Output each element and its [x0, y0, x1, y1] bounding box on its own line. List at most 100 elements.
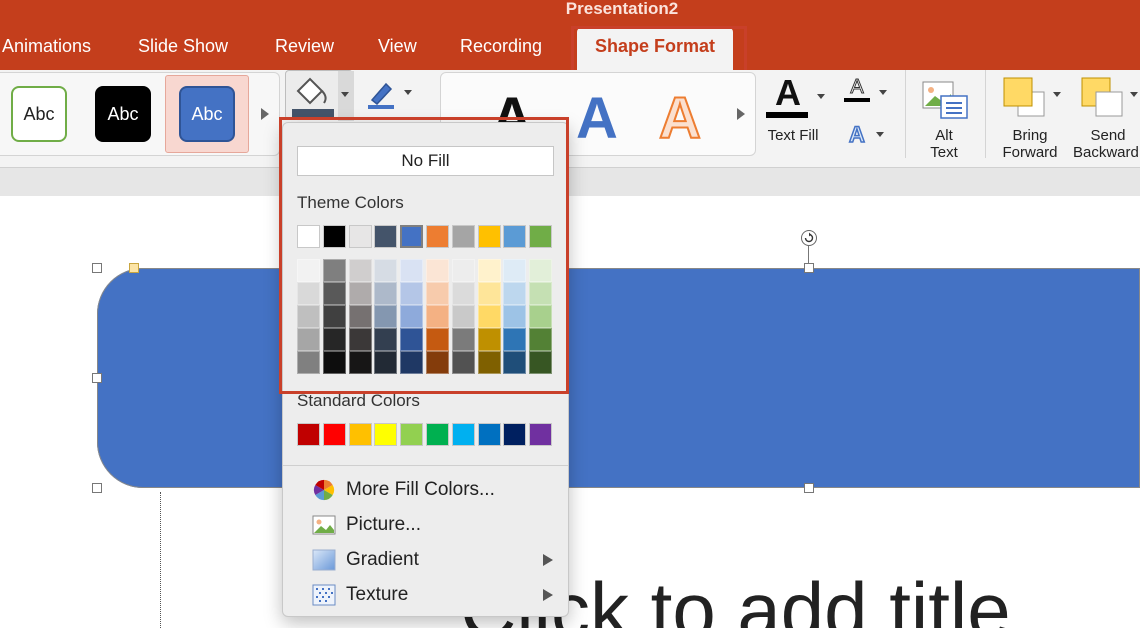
theme-shade-swatch[interactable] — [451, 351, 475, 374]
theme-color-swatch[interactable] — [322, 225, 346, 248]
standard-color-swatch[interactable] — [400, 423, 424, 446]
theme-shade-swatch[interactable] — [297, 328, 320, 351]
theme-shade-swatch[interactable] — [322, 282, 346, 305]
resize-handle-top[interactable] — [804, 263, 814, 273]
theme-shade-swatch[interactable] — [400, 328, 424, 351]
standard-color-swatch[interactable] — [451, 423, 475, 446]
bring-forward-label-line1[interactable]: Bring — [995, 127, 1065, 144]
theme-shade-swatch[interactable] — [374, 305, 398, 328]
theme-shade-swatch[interactable] — [374, 328, 398, 351]
theme-color-swatch[interactable] — [348, 225, 372, 248]
theme-shade-swatch[interactable] — [477, 328, 501, 351]
text-fill-label[interactable]: Text Fill — [762, 127, 824, 144]
standard-color-swatch[interactable] — [374, 423, 398, 446]
theme-shade-swatch[interactable] — [477, 282, 501, 305]
text-outline-dropdown-icon[interactable] — [879, 90, 887, 95]
theme-shade-swatch[interactable] — [529, 351, 553, 374]
theme-shade-swatch[interactable] — [503, 328, 527, 351]
theme-color-swatch[interactable] — [426, 225, 449, 248]
theme-shade-swatch[interactable] — [400, 351, 424, 374]
theme-shade-swatch[interactable] — [529, 328, 553, 351]
theme-shade-swatch[interactable] — [348, 351, 372, 374]
theme-color-swatch[interactable] — [503, 225, 527, 248]
theme-shade-swatch[interactable] — [451, 282, 475, 305]
theme-shade-swatch[interactable] — [374, 351, 398, 374]
tab-recording[interactable]: Recording — [460, 35, 542, 57]
alt-text-icon[interactable] — [921, 78, 969, 120]
shape-style-blue[interactable]: Abc — [179, 86, 235, 142]
bring-forward-label-line2[interactable]: Forward — [995, 144, 1065, 161]
send-backward-dropdown-icon[interactable] — [1130, 92, 1138, 97]
theme-shade-swatch[interactable] — [426, 351, 449, 374]
resize-handle-bottom[interactable] — [804, 483, 814, 493]
theme-shade-swatch[interactable] — [529, 259, 553, 282]
theme-color-swatch[interactable] — [477, 225, 501, 248]
text-outline-icon[interactable]: A — [844, 76, 870, 99]
shape-style-black[interactable]: Abc — [95, 86, 151, 142]
outline-dropdown-icon[interactable] — [404, 90, 412, 95]
picture-fill-item[interactable]: Picture... — [312, 510, 562, 540]
standard-color-swatch[interactable] — [297, 423, 320, 446]
adjust-handle-corner[interactable] — [129, 263, 139, 273]
shape-fill-dropdown-icon[interactable] — [341, 92, 349, 97]
theme-shade-swatch[interactable] — [426, 305, 449, 328]
theme-shade-swatch[interactable] — [297, 282, 320, 305]
theme-shade-swatch[interactable] — [374, 282, 398, 305]
theme-shade-swatch[interactable] — [477, 351, 501, 374]
theme-shade-swatch[interactable] — [400, 259, 424, 282]
theme-shade-swatch[interactable] — [426, 328, 449, 351]
tab-animations[interactable]: Animations — [2, 35, 91, 57]
pen-outline-icon[interactable] — [366, 78, 396, 110]
theme-shade-swatch[interactable] — [322, 259, 346, 282]
no-fill-button[interactable]: No Fill — [297, 146, 554, 176]
theme-shade-swatch[interactable] — [322, 305, 346, 328]
theme-shade-swatch[interactable] — [451, 328, 475, 351]
shape-style-white[interactable]: Abc — [11, 86, 67, 142]
tab-view[interactable]: View — [378, 35, 417, 57]
send-backward-label-line1[interactable]: Send — [1073, 127, 1140, 144]
theme-shade-swatch[interactable] — [529, 282, 553, 305]
alt-text-label-line2[interactable]: Text — [915, 144, 973, 161]
text-fill-dropdown-icon[interactable] — [817, 94, 825, 99]
tab-shape-format[interactable]: Shape Format — [577, 28, 734, 72]
theme-color-swatch[interactable] — [400, 225, 424, 248]
texture-fill-item[interactable]: Texture — [312, 580, 562, 610]
standard-color-swatch[interactable] — [503, 423, 527, 446]
standard-color-swatch[interactable] — [426, 423, 449, 446]
theme-color-swatch[interactable] — [529, 225, 553, 248]
more-fill-colors-item[interactable]: More Fill Colors... — [312, 475, 562, 505]
text-effects-icon[interactable]: A — [844, 121, 870, 148]
theme-shade-swatch[interactable] — [451, 259, 475, 282]
theme-shade-swatch[interactable] — [322, 328, 346, 351]
wordart-more-icon[interactable] — [737, 108, 745, 120]
theme-shade-swatch[interactable] — [348, 305, 372, 328]
theme-shade-swatch[interactable] — [503, 282, 527, 305]
resize-handle-left[interactable] — [92, 373, 102, 383]
resize-handle-top-left[interactable] — [92, 263, 102, 273]
gradient-fill-item[interactable]: Gradient — [312, 545, 562, 575]
resize-handle-bottom-left[interactable] — [92, 483, 102, 493]
theme-color-swatch[interactable] — [451, 225, 475, 248]
theme-shade-swatch[interactable] — [348, 259, 372, 282]
bring-forward-dropdown-icon[interactable] — [1053, 92, 1061, 97]
theme-shade-swatch[interactable] — [322, 351, 346, 374]
theme-shade-swatch[interactable] — [400, 282, 424, 305]
wordart-blue[interactable]: A — [567, 88, 627, 158]
theme-shade-swatch[interactable] — [297, 351, 320, 374]
theme-color-swatch[interactable] — [374, 225, 398, 248]
theme-shade-swatch[interactable] — [297, 305, 320, 328]
theme-shade-swatch[interactable] — [348, 328, 372, 351]
theme-shade-swatch[interactable] — [503, 259, 527, 282]
theme-shade-swatch[interactable] — [451, 305, 475, 328]
standard-color-swatch[interactable] — [322, 423, 346, 446]
alt-text-label-line1[interactable]: Alt — [915, 127, 973, 144]
standard-color-swatch[interactable] — [348, 423, 372, 446]
standard-color-swatch[interactable] — [529, 423, 553, 446]
theme-shade-swatch[interactable] — [477, 259, 501, 282]
theme-shade-swatch[interactable] — [348, 282, 372, 305]
send-backward-icon[interactable] — [1080, 76, 1126, 120]
theme-shade-swatch[interactable] — [503, 305, 527, 328]
tab-slide-show[interactable]: Slide Show — [138, 35, 228, 57]
theme-shade-swatch[interactable] — [374, 259, 398, 282]
theme-shade-swatch[interactable] — [297, 259, 320, 282]
